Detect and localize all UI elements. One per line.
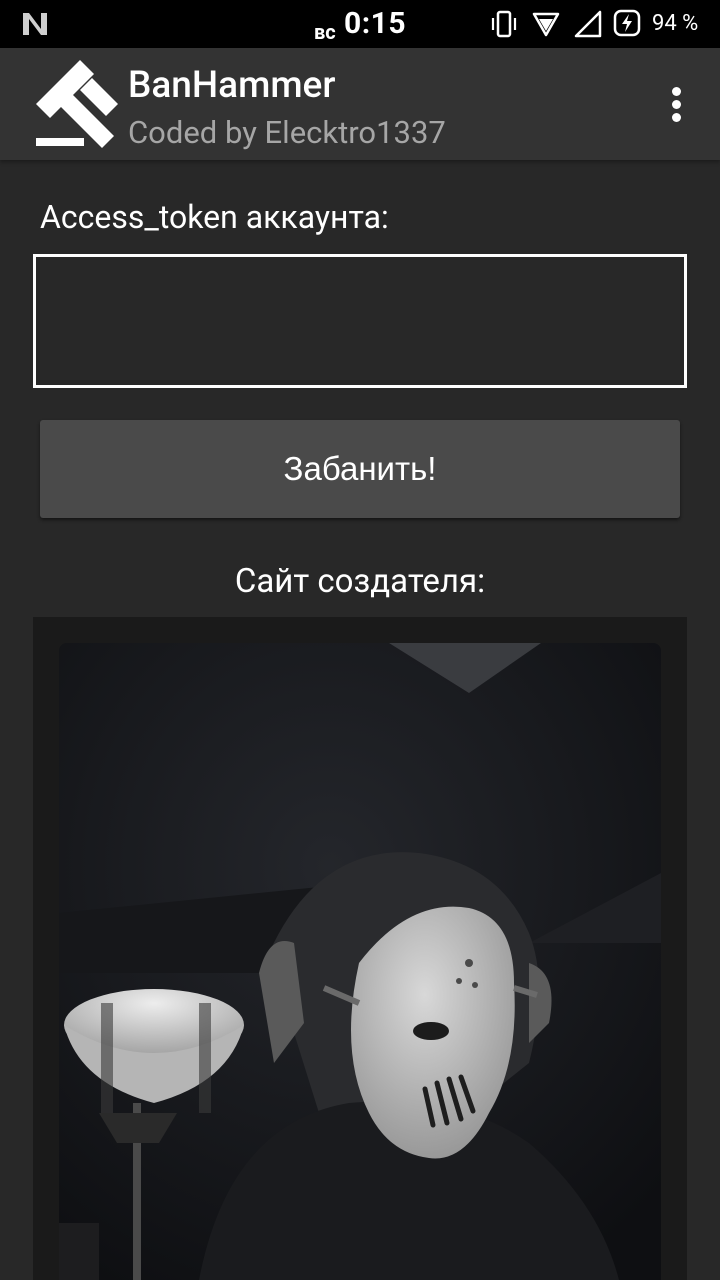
- app-bar: BanHammer Coded by Elecktro1337: [0, 48, 720, 160]
- creator-site-label: Сайт создателя:: [234, 562, 486, 601]
- wifi-icon: [532, 12, 560, 37]
- app-title: BanHammer: [128, 64, 336, 107]
- status-bar: вс 0:15 94 %: [0, 0, 720, 48]
- signal-icon: [574, 10, 602, 38]
- vibrate-icon: [491, 10, 517, 38]
- creator-site-webview[interactable]: [33, 617, 687, 1280]
- access-token-input[interactable]: [33, 254, 687, 388]
- menu-dot: [672, 100, 681, 109]
- battery-percent: 94 %: [652, 11, 699, 36]
- status-time: 0:15: [344, 6, 407, 41]
- menu-dot: [672, 87, 681, 96]
- battery-charging-icon: [613, 9, 641, 37]
- banhammer-logo-icon: [36, 60, 118, 148]
- ban-button[interactable]: Забанить!: [40, 420, 680, 518]
- n-notification-icon: [23, 13, 47, 35]
- access-token-label: Access_token аккаунта:: [40, 198, 389, 236]
- app-subtitle: Coded by Elecktro1337: [128, 114, 446, 151]
- more-vert-icon[interactable]: [656, 78, 696, 130]
- menu-dot: [672, 113, 681, 122]
- creator-photo: [59, 643, 661, 1280]
- status-day: вс: [314, 20, 336, 44]
